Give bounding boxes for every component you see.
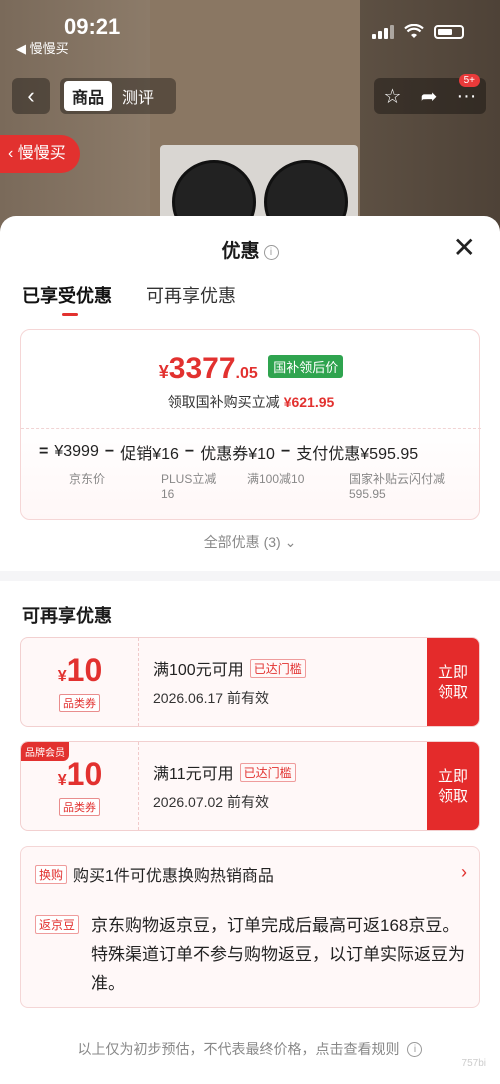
coupon-expiry: 2026.06.17 前有效 [153, 690, 269, 706]
tab-review[interactable]: 测评 [122, 84, 154, 108]
watermark: 757bi [461, 1058, 486, 1069]
breakdown-op: = [39, 443, 49, 460]
coupon-value-area: ¥10 品类券 [21, 638, 139, 726]
slow-buy-label: 慢慢买 [17, 145, 66, 162]
breakdown-op: − [104, 443, 115, 460]
tab-more-offers[interactable]: 可再享优惠 [146, 282, 236, 308]
info-icon[interactable]: i [263, 245, 279, 260]
section-separator [0, 571, 500, 581]
breakdown-coupon: 优惠券¥10 [200, 446, 275, 463]
coupon-kind-badge: 品类券 [59, 694, 100, 712]
subsidy-line: 领取国补购买立减 ¥621.95 [21, 392, 481, 412]
info-icon: i [407, 1042, 423, 1057]
bean-text: 京东购物返京豆，订单完成后最高可返168京豆。特殊渠道订单不参与购物返豆，以订单… [91, 916, 465, 993]
coupon-card: ¥10 品类券 满100元可用 已达门槛 2026.06.17 前有效 立即领取 [20, 637, 480, 727]
coupon-value-area: ¥10 品类券 [21, 742, 139, 830]
back-button[interactable]: ‹ [12, 78, 50, 114]
price-currency: ¥ [158, 362, 169, 382]
subsidy-label: 领取国补购买立减 [167, 394, 280, 410]
back-to-app-link[interactable]: ◀ 慢慢买 [16, 38, 69, 57]
status-time: 09:21 [64, 14, 121, 39]
close-button[interactable]: ✕ [453, 234, 476, 262]
breakdown-sub-promo: PLUS立减 16 [161, 472, 217, 501]
claim-label: 立即 [437, 664, 468, 681]
coupon-amount: 10 [66, 756, 103, 792]
coupon-expiry: 2026.07.02 前有效 [153, 794, 269, 810]
sheet-title-text: 优惠 [221, 241, 260, 262]
share-icon[interactable]: ➦ [421, 84, 438, 109]
breakdown-sub-jd: 京东价 [69, 472, 106, 486]
slow-buy-button[interactable]: ‹ 慢慢买 [0, 135, 80, 173]
rules-note-text: 以上仅为初步预估，不代表最终价格，点击查看规则 [77, 1041, 400, 1057]
sheet-tabs: 已享受优惠 可再享优惠 [22, 282, 236, 316]
coupon-details: 满100元可用 已达门槛 2026.06.17 前有效 [153, 656, 306, 708]
more-icon[interactable]: ··· [456, 85, 476, 108]
wifi-icon [404, 24, 424, 38]
section-title: 可再享优惠 [22, 606, 112, 626]
bean-tag: 返京豆 [35, 915, 80, 934]
coupon-currency: ¥ [57, 668, 67, 685]
all-offers-toggle[interactable]: 全部优惠 (3) ⌄ [0, 532, 500, 552]
claim-label: 领取 [437, 788, 468, 805]
threshold-reached-badge: 已达门槛 [239, 763, 296, 782]
breakdown-op: − [184, 443, 195, 460]
price-card: ¥3377.05 国补领后价 领取国补购买立减 ¥621.95 = ¥3999 −… [20, 329, 481, 520]
breakdown-sub-coupon: 满100减10 [247, 472, 305, 486]
coupon-currency: ¥ [57, 772, 67, 789]
swap-tag: 换购 [35, 864, 68, 884]
coupon-amount: 10 [66, 652, 103, 688]
coupon-value: ¥10 [21, 652, 139, 689]
star-icon[interactable]: ☆ [384, 84, 402, 109]
claim-label: 领取 [437, 684, 468, 701]
breakdown-jd-price: ¥3999 [54, 443, 99, 460]
coupon-condition: 满11元可用 [153, 766, 234, 783]
nav-actions: ☆ ➦ ··· 5+ [374, 74, 486, 114]
extra-benefits: 换购 购买1件可优惠换购热销商品 › 返京豆 京东购物返京豆，订单完成后最高可返… [20, 846, 480, 1008]
threshold-reached-badge: 已达门槛 [249, 659, 306, 678]
coupon-value: ¥10 [21, 756, 139, 793]
system-icons [372, 24, 464, 40]
tab-enjoyed-offers[interactable]: 已享受优惠 [22, 282, 112, 316]
chevron-right-icon: › [461, 862, 467, 882]
breakdown-sub-payment: 国家补贴云闪付减 595.95 [349, 472, 446, 501]
final-price: ¥3377.05 国补领后价 [21, 352, 481, 386]
product-tabs: 商品 测评 [60, 78, 176, 114]
claim-coupon-button[interactable]: 立即 领取 [427, 742, 479, 830]
price-decimal: .05 [235, 365, 258, 382]
divider [21, 428, 481, 429]
claim-coupon-button[interactable]: 立即 领取 [427, 638, 479, 726]
claim-label: 立即 [437, 768, 468, 785]
battery-icon [434, 25, 464, 39]
swap-offer-row[interactable]: 换购 购买1件可优惠换购热销商品 › [35, 862, 467, 886]
message-badge: 5+ [458, 74, 480, 87]
signal-icon [372, 25, 394, 39]
breakdown-promo: 促销¥16 [120, 446, 179, 463]
top-nav: ‹ 商品 测评 ☆ ➦ ··· 5+ [0, 74, 500, 116]
coupon-kind-badge: 品类券 [59, 798, 100, 816]
price-breakdown: = ¥3999 − 促销¥16 − 优惠券¥10 − 支付优惠¥595.95 京… [39, 440, 479, 501]
rules-note[interactable]: 以上仅为初步预估，不代表最终价格，点击查看规则 i [0, 1039, 500, 1059]
coupon-details: 满11元可用 已达门槛 2026.07.02 前有效 [153, 760, 296, 812]
discount-sheet: 优惠 i ✕ 已享受优惠 可再享优惠 ¥3377.05 国补领后价 领取国补购买立… [0, 216, 500, 1084]
breakdown-op: − [280, 443, 291, 460]
coupon-card: 品牌会员 ¥10 品类券 满11元可用 已达门槛 2026.07.02 前有效 立… [20, 741, 480, 831]
status-bar: 09:21 ◀ 慢慢买 [0, 0, 500, 58]
subsidy-price-tag: 国补领后价 [268, 355, 344, 378]
coupon-condition: 满100元可用 [153, 662, 244, 679]
swap-text: 购买1件可优惠换购热销商品 [73, 868, 274, 885]
subsidy-amount: ¥621.95 [283, 394, 335, 410]
price-integer: 3377 [168, 352, 236, 385]
breakdown-payment: 支付优惠¥595.95 [296, 446, 419, 463]
sheet-title: 优惠 i [0, 236, 500, 263]
tab-product[interactable]: 商品 [64, 81, 113, 111]
